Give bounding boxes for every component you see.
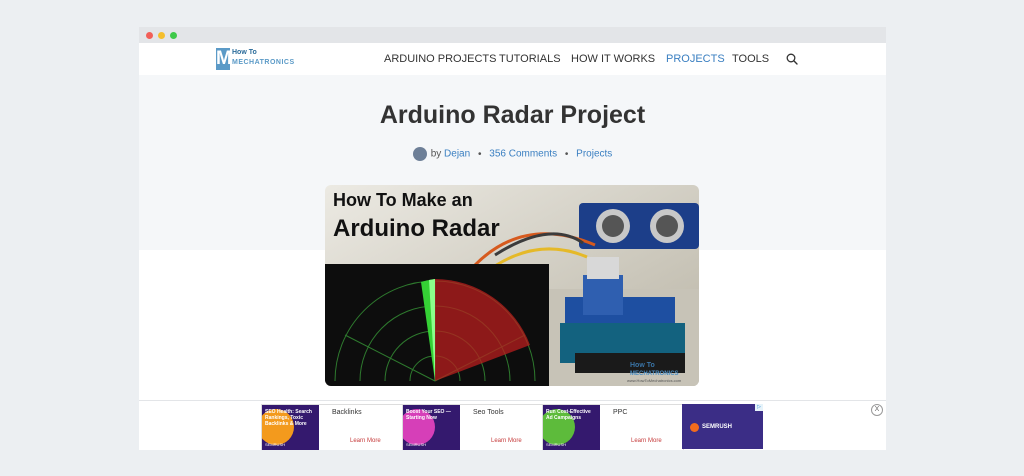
featured-line-2: Arduino Radar — [333, 215, 500, 242]
semrush-logo-icon — [690, 423, 699, 432]
watermark-url: www.HowToMechatronics.com — [627, 378, 682, 383]
site-logo[interactable]: M How To MECHATRONICS — [216, 48, 294, 70]
ad-semrush-logo-panel[interactable]: SEMRUSH — [682, 404, 763, 449]
by-label: by — [430, 148, 442, 160]
nav-item-projects[interactable]: PROJECTS — [666, 43, 725, 75]
featured-image: How To Make an Arduino Radar How To MECH… — [325, 185, 699, 386]
ad-title: PPC — [613, 409, 628, 416]
ad-banner: SEO Health: Search Rankings, Toxic Backl… — [139, 400, 886, 450]
watermark-bottom: MECHATRONICS — [630, 371, 679, 377]
ad-image: Run Cost-Effective Ad Campaigns SEMRUSH — [543, 405, 600, 450]
author-avatar — [412, 147, 427, 161]
search-icon[interactable] — [786, 53, 798, 65]
adchoices-icon[interactable]: ▷ — [755, 404, 763, 411]
ad-image-brand: SEMRUSH — [406, 442, 427, 447]
ad-learn-more[interactable]: Learn More — [350, 438, 381, 444]
ad-image-text: Run Cost-Effective Ad Campaigns — [546, 409, 591, 421]
minimize-window-dot[interactable] — [158, 32, 165, 39]
ad-card-ppc[interactable]: Run Cost-Effective Ad Campaigns SEMRUSH … — [542, 404, 684, 450]
watermark-top: How To — [630, 362, 655, 369]
site-header: M How To MECHATRONICS ARDUINO PROJECTS T… — [139, 43, 886, 75]
ad-image: SEO Health: Search Rankings, Toxic Backl… — [262, 405, 319, 450]
maximize-window-dot[interactable] — [170, 32, 177, 39]
comments-link[interactable]: 356 Comments — [489, 149, 557, 160]
meta-separator: • — [477, 148, 482, 160]
logo-bottom-text: MECHATRONICS — [232, 59, 295, 66]
author-link[interactable]: Dejan — [444, 149, 470, 160]
browser-window: M How To MECHATRONICS ARDUINO PROJECTS T… — [139, 27, 886, 450]
ad-title: Backlinks — [332, 409, 362, 416]
logo-top-text: How To — [232, 49, 257, 56]
window-titlebar — [139, 27, 886, 43]
ad-image-brand: SEMRUSH — [546, 442, 567, 447]
nav-item-how-it-works[interactable]: HOW IT WORKS — [571, 43, 655, 75]
featured-line-1: How To Make an — [333, 190, 473, 210]
ad-image-text: Boost Your SEO — Starting Now — [406, 409, 451, 421]
ad-card-backlinks[interactable]: SEO Health: Search Rankings, Toxic Backl… — [261, 404, 403, 450]
category-link[interactable]: Projects — [576, 149, 612, 160]
meta-separator: • — [564, 148, 569, 160]
ad-title: Seo Tools — [473, 409, 504, 416]
logo-mark: M — [216, 48, 232, 70]
ad-image-brand: SEMRUSH — [265, 442, 286, 447]
ad-learn-more[interactable]: Learn More — [491, 438, 522, 444]
ad-image: Boost Your SEO — Starting Now SEMRUSH — [403, 405, 460, 450]
ad-image-text: SEO Health: Search Rankings, Toxic Backl… — [265, 409, 312, 427]
ad-card-seo-tools[interactable]: Boost Your SEO — Starting Now SEMRUSH Se… — [402, 404, 544, 450]
ad-learn-more[interactable]: Learn More — [631, 438, 662, 444]
page-title: Arduino Radar Project — [379, 101, 646, 129]
semrush-label: SEMRUSH — [702, 424, 733, 430]
ad-close-button[interactable]: X — [871, 404, 883, 416]
nav-item-arduino-projects[interactable]: ARDUINO PROJECTS — [384, 43, 496, 75]
close-window-dot[interactable] — [146, 32, 153, 39]
nav-item-tutorials[interactable]: TUTORIALS — [499, 43, 561, 75]
nav-item-tools[interactable]: TOOLS — [732, 43, 769, 75]
post-meta: by Dejan • 356 Comments • Projects — [139, 147, 886, 162]
